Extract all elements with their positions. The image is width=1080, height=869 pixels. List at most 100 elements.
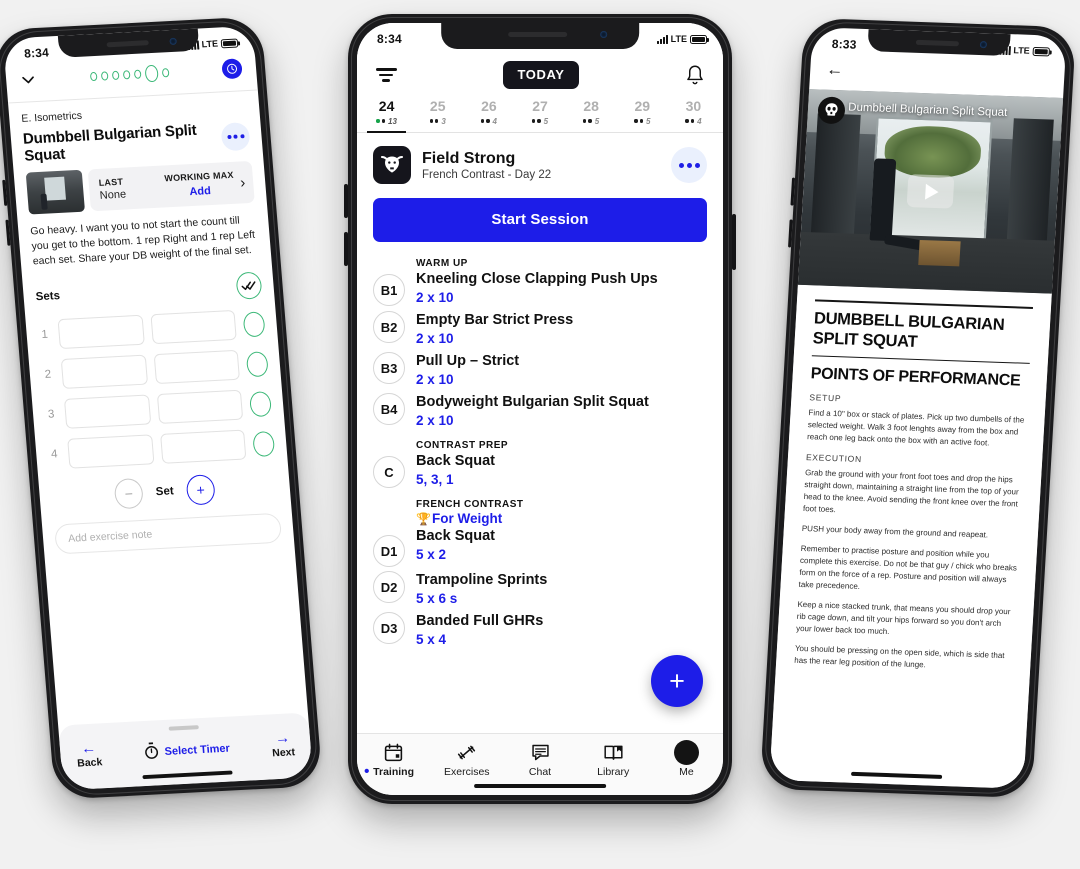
set-row[interactable]: 1 bbox=[38, 308, 266, 350]
list-item[interactable]: B2 Empty Bar Strict Press 2 x 10 bbox=[357, 311, 723, 348]
program-header[interactable]: Field Strong French Contrast - Day 22 bbox=[357, 133, 723, 192]
carrier-label: LTE bbox=[201, 38, 219, 50]
start-session-button[interactable]: Start Session bbox=[373, 198, 707, 242]
tab-training[interactable]: Training bbox=[357, 741, 430, 780]
set-reps-input[interactable] bbox=[159, 429, 247, 464]
tab-chat[interactable]: Chat bbox=[503, 741, 576, 778]
chevron-right-icon[interactable]: › bbox=[239, 174, 245, 191]
list-item[interactable]: B4 Bodyweight Bulgarian Split Squat 2 x … bbox=[357, 393, 723, 430]
ellipsis-icon[interactable] bbox=[671, 147, 707, 183]
set-row[interactable]: 3 bbox=[44, 388, 272, 430]
volume-down-button[interactable] bbox=[5, 219, 11, 246]
section-label: WARM UP bbox=[416, 258, 468, 269]
calendar-icon bbox=[377, 741, 415, 763]
volume-down-button[interactable] bbox=[344, 232, 348, 266]
list-item[interactable]: D1 FRENCH CONTRAST 🏆 For Weight Back Squ… bbox=[357, 499, 723, 567]
list-item[interactable]: C CONTRAST PREP Back Squat 5, 3, 1 bbox=[357, 440, 723, 489]
chevron-down-icon[interactable] bbox=[20, 71, 37, 88]
bell-icon[interactable] bbox=[685, 64, 705, 86]
volume-down-button[interactable] bbox=[788, 219, 793, 248]
list-item[interactable]: B1 WARM UP Kneeling Close Clapping Push … bbox=[357, 258, 723, 307]
exercise-video-player[interactable]: Dumbbell Bulgarian Split Squat bbox=[797, 89, 1064, 294]
set-reps-input[interactable] bbox=[156, 389, 244, 424]
left-phone-mockup: 8:34 LTE E. Isometrics Dumbbell Bulgaria… bbox=[0, 16, 323, 800]
set-weight-input[interactable] bbox=[67, 434, 154, 469]
drag-handle[interactable] bbox=[168, 725, 199, 731]
list-item[interactable]: D3 Banded Full GHRs 5 x 4 bbox=[357, 612, 723, 649]
exercise-detail-screen: ← Dumbbell Bulgarian Split Squat DUMBBEL… bbox=[769, 27, 1066, 789]
stats-panel[interactable]: LAST None WORKING MAX Add › bbox=[87, 160, 255, 212]
avatar-icon bbox=[673, 739, 699, 765]
date-tab-26[interactable]: 26 4 bbox=[463, 95, 514, 132]
date-tab-30[interactable]: 30 4 bbox=[668, 95, 719, 132]
add-working-max-button[interactable]: Add bbox=[165, 184, 235, 200]
ellipsis-icon[interactable] bbox=[220, 121, 251, 152]
date-count: 5 bbox=[645, 116, 651, 126]
play-icon[interactable] bbox=[906, 174, 955, 209]
date-meta: 3 bbox=[412, 116, 463, 126]
date-meta: 5 bbox=[514, 116, 565, 126]
tab-library[interactable]: Library bbox=[577, 741, 650, 778]
back-button[interactable]: ← Back bbox=[76, 740, 103, 770]
scoring-goal: 🏆 For Weight bbox=[416, 511, 707, 526]
program-subtitle: French Contrast - Day 22 bbox=[422, 169, 552, 181]
set-reps-input[interactable] bbox=[153, 349, 240, 385]
filter-icon[interactable] bbox=[375, 68, 397, 82]
exercise-name: Empty Bar Strict Press bbox=[416, 312, 574, 328]
set-complete-toggle[interactable] bbox=[252, 430, 276, 457]
exercise-info: Trampoline Sprints 5 x 6 s bbox=[416, 571, 707, 608]
carrier-label: LTE bbox=[670, 34, 687, 44]
volume-up-button[interactable] bbox=[2, 179, 8, 206]
tab-me[interactable]: Me bbox=[650, 739, 723, 778]
list-item[interactable]: D2 Trampoline Sprints 5 x 6 s bbox=[357, 571, 723, 608]
exercise-info: Banded Full GHRs 5 x 4 bbox=[416, 612, 707, 649]
date-tab-29[interactable]: 29 5 bbox=[617, 95, 668, 132]
set-weight-input[interactable] bbox=[60, 354, 148, 389]
date-tab-25[interactable]: 25 3 bbox=[412, 95, 463, 132]
carrier-label: LTE bbox=[1013, 45, 1031, 56]
exercise-name: Pull Up – Strict bbox=[416, 353, 520, 369]
next-arrow-icon: → bbox=[274, 729, 291, 748]
clock-icon[interactable] bbox=[221, 58, 243, 80]
list-item[interactable]: B3 Pull Up – Strict 2 x 10 bbox=[357, 352, 723, 389]
left-phone-screen: 8:34 LTE E. Isometrics Dumbbell Bulgaria… bbox=[2, 25, 314, 791]
set-complete-toggle[interactable] bbox=[248, 390, 272, 417]
tab-label: Training bbox=[364, 763, 414, 780]
add-set-button[interactable]: + bbox=[185, 474, 216, 506]
exercise-stats-card[interactable]: LAST None WORKING MAX Add › bbox=[25, 160, 255, 215]
section-paragraph: Keep a nice stacked trunk, that means yo… bbox=[795, 600, 1011, 637]
exercise-info: CONTRAST PREP Back Squat 5, 3, 1 bbox=[416, 440, 707, 489]
tab-exercises[interactable]: Exercises bbox=[430, 741, 503, 778]
exercise-title-row: Dumbbell Bulgarian Split Squat bbox=[22, 119, 251, 165]
volume-up-button[interactable] bbox=[790, 177, 796, 206]
date-number: 25 bbox=[429, 98, 446, 114]
date-tab-28[interactable]: 28 5 bbox=[566, 95, 617, 132]
exercise-sets: 2 x 10 bbox=[416, 290, 454, 305]
select-timer-button[interactable]: Select Timer bbox=[143, 738, 231, 763]
add-exercise-fab[interactable]: + bbox=[651, 655, 703, 707]
date-tab-27[interactable]: 27 5 bbox=[514, 95, 565, 132]
check-all-icon[interactable] bbox=[235, 271, 263, 300]
set-weight-input[interactable] bbox=[57, 314, 145, 350]
exercise-badge: D1 bbox=[373, 535, 405, 567]
exercise-note-input[interactable]: Add exercise note bbox=[54, 512, 283, 555]
set-rows-list: 1 2 3 4 bbox=[38, 308, 276, 469]
set-weight-input[interactable] bbox=[63, 394, 151, 429]
next-button[interactable]: → Next bbox=[271, 729, 296, 759]
set-complete-toggle[interactable] bbox=[245, 350, 269, 377]
earpiece-speaker bbox=[916, 39, 960, 47]
date-count: 4 bbox=[492, 116, 497, 126]
volume-up-button[interactable] bbox=[344, 184, 348, 218]
notch bbox=[441, 23, 639, 49]
set-reps-input[interactable] bbox=[149, 309, 237, 345]
power-button[interactable] bbox=[732, 214, 736, 270]
today-button[interactable]: TODAY bbox=[503, 61, 579, 89]
set-row[interactable]: 4 bbox=[47, 428, 276, 470]
set-row[interactable]: 2 bbox=[41, 348, 269, 390]
set-complete-toggle[interactable] bbox=[242, 310, 266, 337]
date-tab-24[interactable]: 24 13 bbox=[361, 95, 412, 133]
home-indicator[interactable] bbox=[474, 783, 606, 788]
exercise-thumbnail[interactable] bbox=[25, 169, 86, 215]
back-arrow-icon[interactable]: ← bbox=[826, 60, 844, 80]
remove-set-button[interactable]: − bbox=[113, 477, 145, 510]
